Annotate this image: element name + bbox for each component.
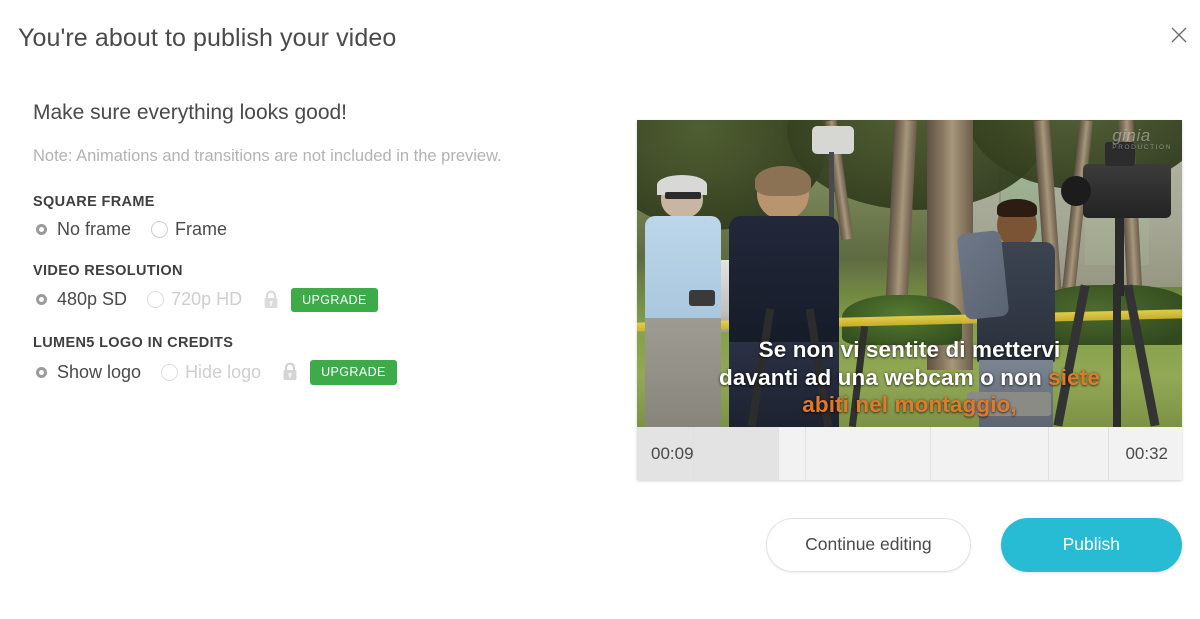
radio-label-480p: 480p SD — [57, 289, 128, 310]
timeline-segment[interactable] — [806, 427, 931, 480]
section-video-resolution: VIDEO RESOLUTION 480p SD 720p HD UPGRADE — [33, 263, 613, 313]
section-logo-in-credits: LUMEN5 LOGO IN CREDITS Show logo Hide lo… — [33, 335, 613, 385]
caption-line-3: abiti nel montaggio, — [802, 392, 1017, 418]
caption-line-2-white: davanti ad una webcam o non — [719, 364, 1049, 390]
radio-indicator-no-frame[interactable] — [33, 220, 50, 238]
lock-icon — [281, 362, 299, 382]
radio-label-hide-logo: Hide logo — [185, 361, 262, 382]
section-label-video-resolution: VIDEO RESOLUTION — [33, 262, 183, 279]
radio-indicator-480p[interactable] — [33, 291, 50, 309]
lock-icon — [262, 290, 280, 310]
radio-indicator-frame[interactable] — [151, 220, 169, 238]
radio-option-frame[interactable]: Frame — [151, 219, 227, 240]
close-icon-glyph — [1171, 27, 1187, 43]
caption-line-2-highlight: siete — [1048, 364, 1100, 390]
section-square-frame: SQUARE FRAME No frame Frame — [33, 194, 613, 240]
continue-editing-button[interactable]: Continue editing — [766, 518, 971, 572]
caption-line-1: Se non vi sentite di mettervi — [758, 336, 1061, 362]
radio-indicator-show-logo[interactable] — [33, 363, 50, 381]
video-frame[interactable]: ginia PRODUCTION Se non vi sentite di me… — [637, 120, 1182, 427]
timeline-current-time: 00:09 — [651, 443, 694, 463]
radio-option-720p[interactable]: 720p HD — [147, 289, 242, 310]
radio-option-show-logo[interactable]: Show logo — [33, 362, 141, 383]
preview-note: Note: Animations and transitions are not… — [33, 147, 502, 166]
video-preview-panel: ginia PRODUCTION Se non vi sentite di me… — [637, 120, 1182, 480]
radio-label-show-logo: Show logo — [57, 361, 142, 382]
timeline-segment[interactable] — [694, 427, 779, 480]
options-column: Make sure everything looks good! Note: A… — [33, 100, 613, 408]
upgrade-button-resolution[interactable]: UPGRADE — [291, 287, 378, 313]
radio-option-no-frame[interactable]: No frame — [33, 219, 131, 240]
radio-option-480p[interactable]: 480p SD — [33, 289, 127, 310]
caption-line-2: davanti ad una webcam o non siete — [651, 364, 1168, 392]
subtitle: Make sure everything looks good! — [33, 101, 348, 124]
radio-indicator-720p[interactable] — [147, 291, 165, 309]
square-frame-options: No frame Frame — [33, 219, 613, 240]
lock-icon-glyph — [264, 290, 278, 308]
lock-icon-glyph — [283, 362, 297, 381]
radio-label-no-frame: No frame — [57, 218, 132, 239]
video-resolution-options: 480p SD 720p HD UPGRADE — [33, 287, 613, 313]
timeline-total-time: 00:32 — [1125, 443, 1168, 463]
section-label-square-frame: SQUARE FRAME — [33, 193, 155, 210]
publish-button[interactable]: Publish — [1000, 518, 1182, 572]
upgrade-button-logo[interactable]: UPGRADE — [310, 360, 397, 385]
radio-option-hide-logo[interactable]: Hide logo — [161, 362, 261, 383]
close-icon[interactable] — [1166, 22, 1192, 48]
timeline-segment[interactable] — [779, 427, 806, 480]
timeline-segment[interactable]: 00:32 — [1109, 427, 1182, 480]
video-caption: Se non vi sentite di mettervi davanti ad… — [637, 336, 1182, 419]
timeline-segment[interactable] — [1049, 427, 1109, 480]
section-label-logo-in-credits: LUMEN5 LOGO IN CREDITS — [33, 335, 234, 352]
radio-label-720p: 720p HD — [171, 289, 243, 310]
dialog-footer: Continue editing Publish — [637, 518, 1182, 572]
radio-indicator-hide-logo[interactable] — [161, 363, 179, 381]
radio-label-frame: Frame — [175, 218, 228, 239]
timeline-segment[interactable]: 00:09 — [637, 427, 694, 480]
video-timeline[interactable]: 00:09 00:32 — [637, 427, 1182, 480]
page-title: You're about to publish your video — [18, 24, 397, 52]
timeline-segment[interactable] — [931, 427, 1049, 480]
logo-in-credits-options: Show logo Hide logo UPGRADE — [33, 360, 613, 385]
